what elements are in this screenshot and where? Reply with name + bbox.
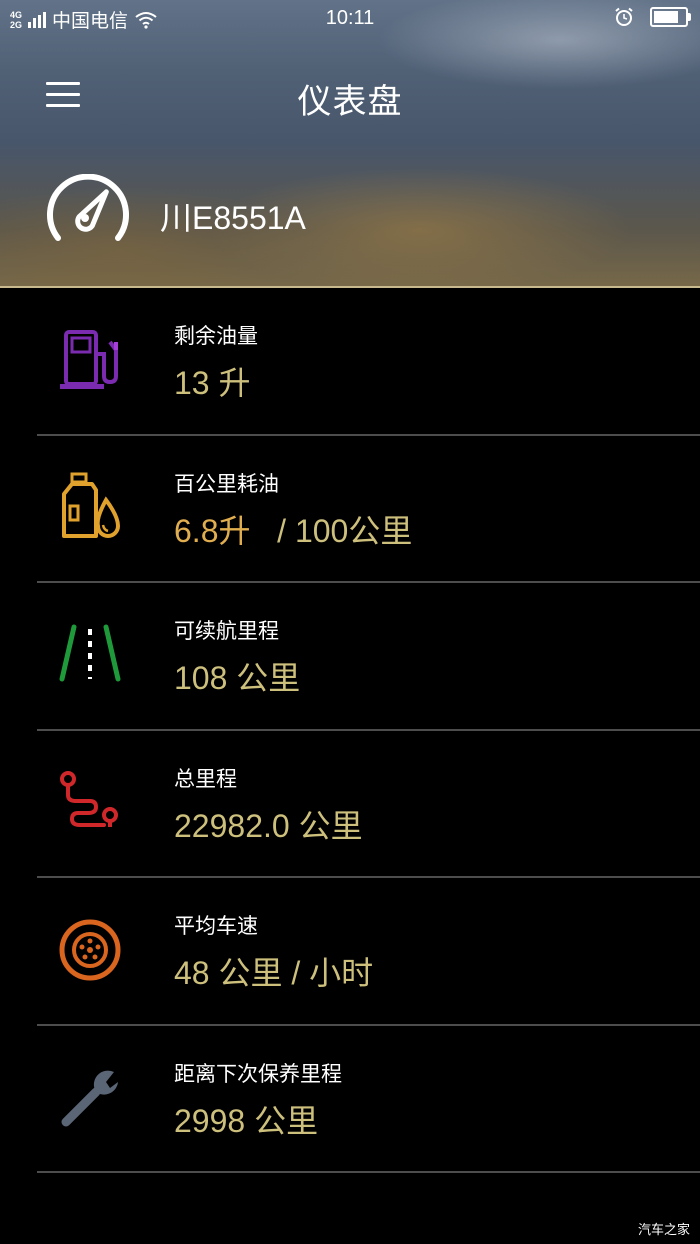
road-icon: [59, 624, 121, 682]
fuel-remaining-label: 剩余油量: [174, 324, 258, 348]
fuel-remaining-value: 13 升: [174, 365, 251, 401]
list-item-fuel-consumption[interactable]: 百公里耗油 6.8升 / 100公里: [0, 436, 700, 583]
alarm-clock-icon: [615, 7, 633, 26]
next-maintenance-label: 距离下次保养里程: [174, 1061, 342, 1086]
average-speed-value: 48 公里 / 小时: [174, 955, 374, 991]
next-maintenance-value: 2998 公里: [174, 1102, 319, 1139]
fuel-pump-icon: [60, 330, 118, 389]
tire-icon: [59, 919, 121, 981]
list-item-average-speed[interactable]: 平均车速 48 公里 / 小时: [0, 878, 700, 1026]
watermark: 汽车之家: [637, 1223, 690, 1238]
dashboard-list: 剩余油量 13 升 百公里耗油 6.8升 / 100公里 可续航里程 108 公…: [0, 288, 700, 1173]
list-item-fuel-remaining[interactable]: 剩余油量 13 升: [0, 288, 700, 436]
total-mileage-value: 22982.0 公里: [174, 807, 363, 844]
page-title: 仪表盘: [297, 82, 403, 122]
route-icon: [60, 770, 118, 827]
license-plate: 川E8551A: [160, 200, 306, 236]
divider: [37, 1171, 700, 1173]
range-label: 可续航里程: [174, 619, 279, 643]
range-value: 108 公里: [174, 660, 301, 696]
battery-icon: [650, 7, 691, 27]
fuel-consumption-amount: 6.8升: [174, 512, 251, 549]
fuel-consumption-unit: / 100公里: [250, 512, 413, 549]
wrench-icon: [61, 1070, 118, 1126]
speedometer-icon: [47, 174, 129, 241]
oil-can-icon: [62, 472, 121, 538]
clock: 10:11: [325, 7, 375, 29]
average-speed-label: 平均车速: [174, 914, 258, 938]
list-item-range[interactable]: 可续航里程 108 公里: [0, 583, 700, 731]
fuel-consumption-value: 6.8升 / 100公里: [174, 506, 412, 552]
status-bar: 4G 2G 中国电信 10:11: [0, 0, 700, 38]
list-item-next-maintenance[interactable]: 距离下次保养里程 2998 公里: [0, 1026, 700, 1173]
fuel-consumption-label: 百公里耗油: [174, 471, 279, 496]
list-item-total-mileage[interactable]: 总里程 22982.0 公里: [0, 731, 700, 878]
total-mileage-label: 总里程: [174, 766, 237, 791]
